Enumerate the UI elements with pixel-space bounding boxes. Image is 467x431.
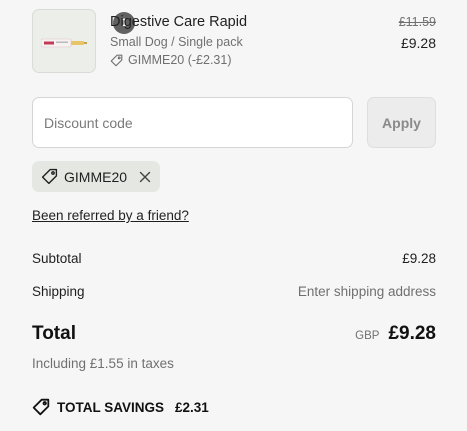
apply-button[interactable]: Apply: [367, 97, 436, 148]
tag-icon: [41, 168, 58, 185]
taxes-note: Including £1.55 in taxes: [32, 356, 174, 371]
line-price: £9.28: [400, 35, 436, 51]
referral-link[interactable]: Been referred by a friend?: [32, 208, 189, 223]
product-variant: Small Dog / Single pack: [110, 35, 243, 49]
product-name: Digestive Care Rapid: [110, 14, 248, 30]
discount-code-input[interactable]: [32, 97, 353, 148]
subtotal-value: £9.28: [402, 251, 436, 266]
tag-icon: [110, 54, 123, 66]
subtotal-label: Subtotal: [32, 251, 82, 266]
product-discount: GIMME20 (-£2.31): [110, 53, 232, 67]
applied-code-text: GIMME20: [64, 168, 128, 185]
close-icon: [139, 171, 151, 182]
product-thumbnail: [32, 9, 96, 73]
total-savings: TOTAL SAVINGS £2.31: [32, 398, 209, 416]
remove-discount-button[interactable]: [139, 171, 151, 183]
currency-code: GBP: [355, 330, 380, 342]
shipping-label: Shipping: [32, 284, 85, 299]
tag-icon: [32, 398, 50, 416]
shipping-value: Enter shipping address: [297, 284, 436, 299]
savings-value: £2.31: [175, 399, 209, 415]
total-amount-group: GBP £9.28: [355, 323, 436, 345]
total-value: £9.28: [388, 323, 436, 344]
original-price: £11.59: [398, 15, 436, 29]
total-label: Total: [32, 323, 76, 344]
product-image: [41, 38, 87, 48]
cart-line-item: 1 Digestive Care Rapid Small Dog / Singl…: [32, 9, 436, 73]
product-discount-text: GIMME20 (-£2.31): [128, 53, 232, 67]
savings-label: TOTAL SAVINGS: [57, 399, 165, 415]
applied-discount-tag: GIMME20: [32, 161, 160, 192]
